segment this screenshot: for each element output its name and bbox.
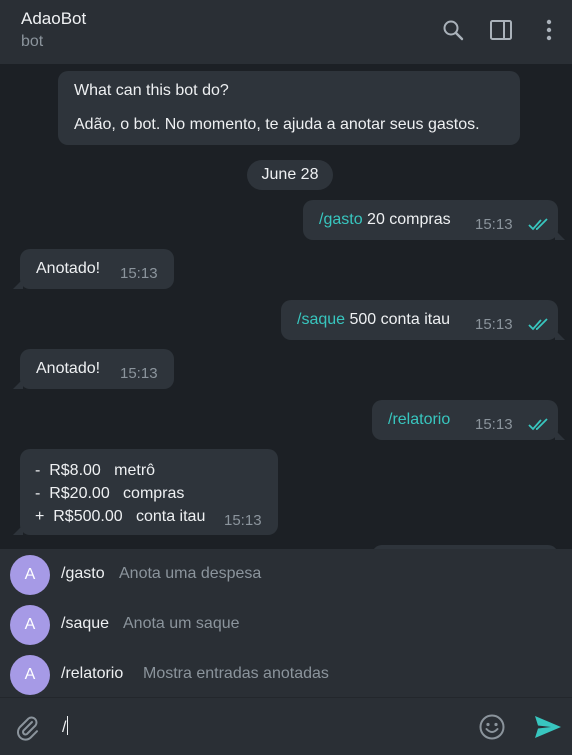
attach-icon[interactable]	[12, 712, 42, 742]
message-text: /relatorio	[388, 411, 450, 429]
suggestion-command: /saque	[61, 615, 110, 632]
report-line: - R$20.00 compras	[35, 485, 185, 502]
avatar: A	[10, 655, 50, 695]
message-incoming-report[interactable]: - R$8.00 metrô - R$20.00 compras + R$500…	[13, 449, 278, 535]
chat-title[interactable]: AdaoBot	[21, 9, 86, 29]
bot-command-link[interactable]: /gasto	[319, 211, 363, 228]
date-separator: June 28	[247, 160, 333, 190]
message-time: 15:13	[475, 216, 513, 233]
chat-subtitle: bot	[21, 33, 44, 50]
message-time: 15:13	[475, 416, 513, 433]
suggestion-command: /gasto	[61, 565, 105, 582]
message-outgoing[interactable]: /saque 500 conta itau 15:13	[281, 300, 565, 340]
message-time: 15:13	[475, 316, 513, 333]
report-line: + R$500.00 conta itau	[35, 508, 206, 525]
message-text: Anotado!	[36, 260, 101, 277]
message-composer: /	[0, 697, 572, 755]
message-time: 15:13	[120, 265, 158, 282]
chat-header: AdaoBot bot	[0, 0, 572, 64]
message-outgoing[interactable]: /relatorio 15:13	[372, 400, 565, 440]
read-receipt-icon	[528, 418, 548, 431]
bot-intro-question: What can this bot do?	[74, 82, 229, 99]
message-input[interactable]: /	[62, 716, 69, 737]
message-incoming[interactable]: Anotado! 15:13	[13, 249, 174, 289]
command-suggestions: A /gasto Anota uma despesa A /saque Anot…	[0, 549, 572, 697]
emoji-icon[interactable]	[477, 712, 507, 742]
suggestion-saque[interactable]: A /saque Anota um saque	[0, 600, 572, 650]
report-line: - R$8.00 metrô	[35, 462, 156, 479]
message-list[interactable]: What can this bot do? Adão, o bot. No mo…	[0, 64, 572, 549]
bot-command-link[interactable]: /saque	[297, 311, 345, 328]
message-text: /saque 500 conta itau	[297, 311, 451, 328]
message-text: /gasto 20 compras	[319, 211, 451, 228]
more-vertical-icon[interactable]	[536, 17, 562, 43]
avatar: A	[10, 605, 50, 645]
bot-intro-card: What can this bot do? Adão, o bot. No mo…	[58, 71, 520, 145]
message-text: Anotado!	[36, 360, 101, 377]
message-incoming[interactable]: Anotado! 15:13	[13, 349, 174, 389]
send-icon[interactable]	[532, 712, 564, 742]
suggestion-relatorio[interactable]: A /relatorio Mostra entradas anotadas	[0, 650, 572, 700]
suggestion-description: Anota um saque	[123, 615, 240, 632]
bot-command-link[interactable]: /relatorio	[388, 411, 450, 428]
text-caret	[67, 716, 69, 735]
read-receipt-icon	[528, 218, 548, 231]
read-receipt-icon	[528, 318, 548, 331]
suggestion-description: Anota uma despesa	[119, 565, 262, 582]
suggestion-gasto[interactable]: A /gasto Anota uma despesa	[0, 550, 572, 600]
sidebar-toggle-icon[interactable]	[488, 17, 514, 43]
message-time: 15:13	[120, 365, 158, 382]
suggestion-command: /relatorio	[61, 665, 124, 682]
bot-intro-description: Adão, o bot. No momento, te ajuda a anot…	[74, 116, 480, 133]
search-icon[interactable]	[440, 17, 466, 43]
message-time: 15:13	[224, 512, 262, 529]
suggestion-description: Mostra entradas anotadas	[143, 665, 329, 682]
message-outgoing[interactable]: /gasto 20 compras 15:13	[303, 200, 565, 240]
avatar: A	[10, 555, 50, 595]
